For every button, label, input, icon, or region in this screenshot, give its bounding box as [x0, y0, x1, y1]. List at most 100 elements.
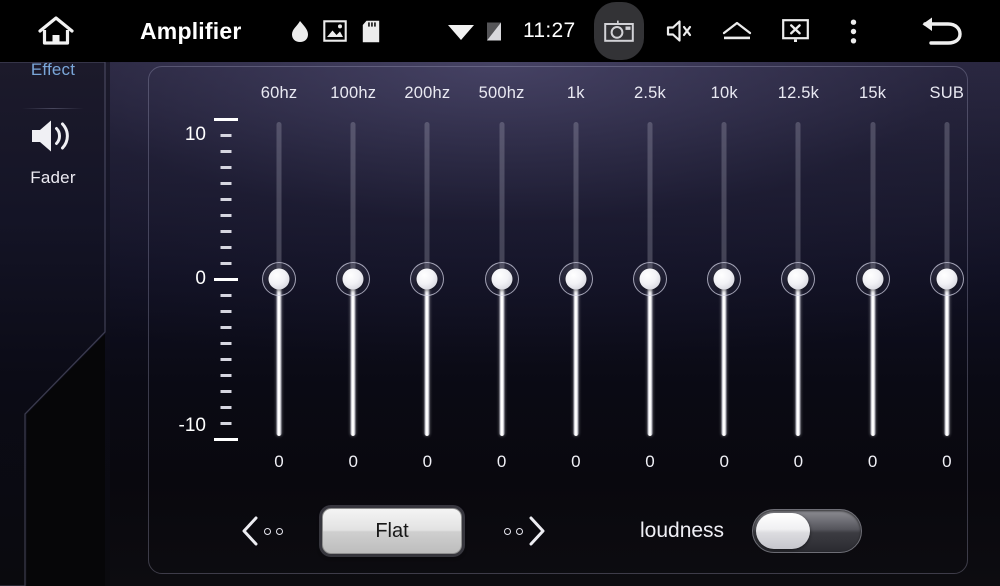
prev-preset-button[interactable] [240, 508, 283, 554]
band-slider[interactable] [704, 122, 744, 436]
home-icon[interactable] [28, 0, 84, 62]
scale-label-max: 10 [184, 124, 206, 145]
dot [276, 527, 283, 535]
slider-track-fill [721, 279, 727, 436]
slider-thumb[interactable] [707, 262, 742, 296]
amplifier-screen: Amplifier 11:27 Effect Fader 10 0 -10 60… [0, 0, 1000, 586]
loudness-toggle-knob [756, 513, 810, 549]
band-value: 0 [719, 452, 729, 471]
slider-thumb[interactable] [484, 262, 519, 296]
chevron-right-icon [529, 516, 545, 546]
band-value: 0 [867, 452, 878, 471]
slider-thumb-inner [713, 268, 735, 290]
loudness-label: loudness [640, 519, 725, 542]
status-bar: Amplifier 11:27 [0, 0, 1000, 62]
band-label: 10k [710, 84, 738, 102]
band-label: 1k [566, 84, 585, 102]
band-slider[interactable] [482, 122, 522, 436]
slider-thumb[interactable] [633, 262, 667, 296]
slider-thumb[interactable] [558, 262, 593, 296]
slider-thumb[interactable] [781, 262, 816, 296]
band-value: 0 [571, 452, 581, 471]
volume-mute-icon[interactable] [660, 0, 698, 62]
band-label: 15k [858, 84, 887, 102]
overflow-menu-icon[interactable] [836, 0, 870, 62]
band-slider[interactable] [778, 122, 818, 436]
sidebar-item-effect-label: Effect [30, 60, 76, 79]
dot [516, 527, 523, 535]
slider-thumb[interactable] [855, 262, 890, 296]
scale-tick-major [214, 118, 238, 121]
band-slider[interactable] [259, 122, 299, 436]
scale-tick-minor [220, 214, 232, 217]
scale-tick-minor [220, 342, 232, 345]
slider-thumb-inner [639, 268, 661, 290]
eject-icon[interactable] [718, 0, 756, 62]
scale-label-min: -10 [178, 415, 206, 436]
scale-tick-minor [220, 182, 232, 185]
camera-icon[interactable] [594, 0, 644, 62]
back-arrow-icon[interactable] [908, 0, 972, 62]
slider-thumb[interactable] [929, 262, 964, 296]
scale-tick-minor [220, 358, 232, 361]
band-slider[interactable] [927, 122, 967, 436]
slider-track-fill [424, 279, 430, 436]
preset-button[interactable]: Flat [322, 508, 462, 554]
scale-label-mid: 0 [195, 268, 206, 289]
scale-tick-minor [220, 326, 232, 329]
slider-track-fill [276, 279, 282, 436]
scale-tick-minor [220, 246, 232, 249]
clock: 11:27 [523, 19, 576, 42]
next-preset-button[interactable] [504, 508, 547, 554]
db-scale [214, 118, 238, 441]
scale-tick-minor [220, 406, 232, 409]
band-slider[interactable] [333, 122, 373, 436]
band-label: 2.5k [634, 84, 666, 102]
slider-track-fill [795, 279, 801, 436]
band-value: 0 [793, 452, 804, 471]
slider-thumb[interactable] [262, 262, 296, 296]
chevron-left-icon [242, 516, 258, 546]
slider-thumb-inner [416, 268, 438, 290]
sdcard-icon[interactable] [356, 0, 386, 62]
band-value: 0 [645, 452, 655, 471]
band-value: 0 [422, 452, 433, 471]
band-slider[interactable] [556, 122, 596, 436]
slider-track-fill [350, 279, 356, 436]
band-value: 0 [496, 452, 507, 471]
wifi-icon[interactable] [444, 0, 478, 62]
slider-thumb-inner [491, 268, 513, 290]
scale-tick-minor [220, 230, 232, 233]
slider-thumb[interactable] [336, 262, 371, 296]
scale-tick-minor [220, 262, 232, 265]
sidebar-item-fader[interactable]: Fader [0, 116, 106, 188]
scale-tick-minor [220, 166, 232, 169]
scale-tick-major [214, 278, 238, 281]
band-slider[interactable] [407, 122, 447, 436]
screen-off-icon[interactable] [776, 0, 814, 62]
slider-track-fill [870, 279, 876, 436]
signal-off-icon[interactable] [480, 0, 508, 62]
bluetooth-icon[interactable] [285, 0, 315, 62]
scale-tick-major [214, 438, 238, 441]
slider-track-fill [573, 279, 579, 436]
loudness-toggle[interactable] [752, 509, 862, 553]
band-slider[interactable] [853, 122, 893, 436]
band-value: 0 [348, 452, 358, 471]
scale-tick-minor [220, 390, 232, 393]
slider-thumb-inner [787, 268, 809, 290]
slider-thumb-inner [268, 268, 290, 290]
scale-tick-minor [220, 150, 232, 153]
next-preset-dots [504, 527, 523, 535]
slider-thumb[interactable] [410, 262, 445, 296]
slider-thumb-inner [936, 268, 958, 290]
gallery-icon[interactable] [320, 0, 350, 62]
band-slider[interactable] [630, 122, 670, 436]
band-label: 12.5k [777, 84, 820, 102]
scale-tick-minor [220, 374, 232, 377]
band-label: 500hz [478, 84, 525, 102]
scale-tick-minor [220, 134, 232, 137]
band-label: 60hz [260, 84, 298, 102]
slider-track-fill [944, 279, 950, 436]
slider-track-fill [647, 279, 653, 436]
